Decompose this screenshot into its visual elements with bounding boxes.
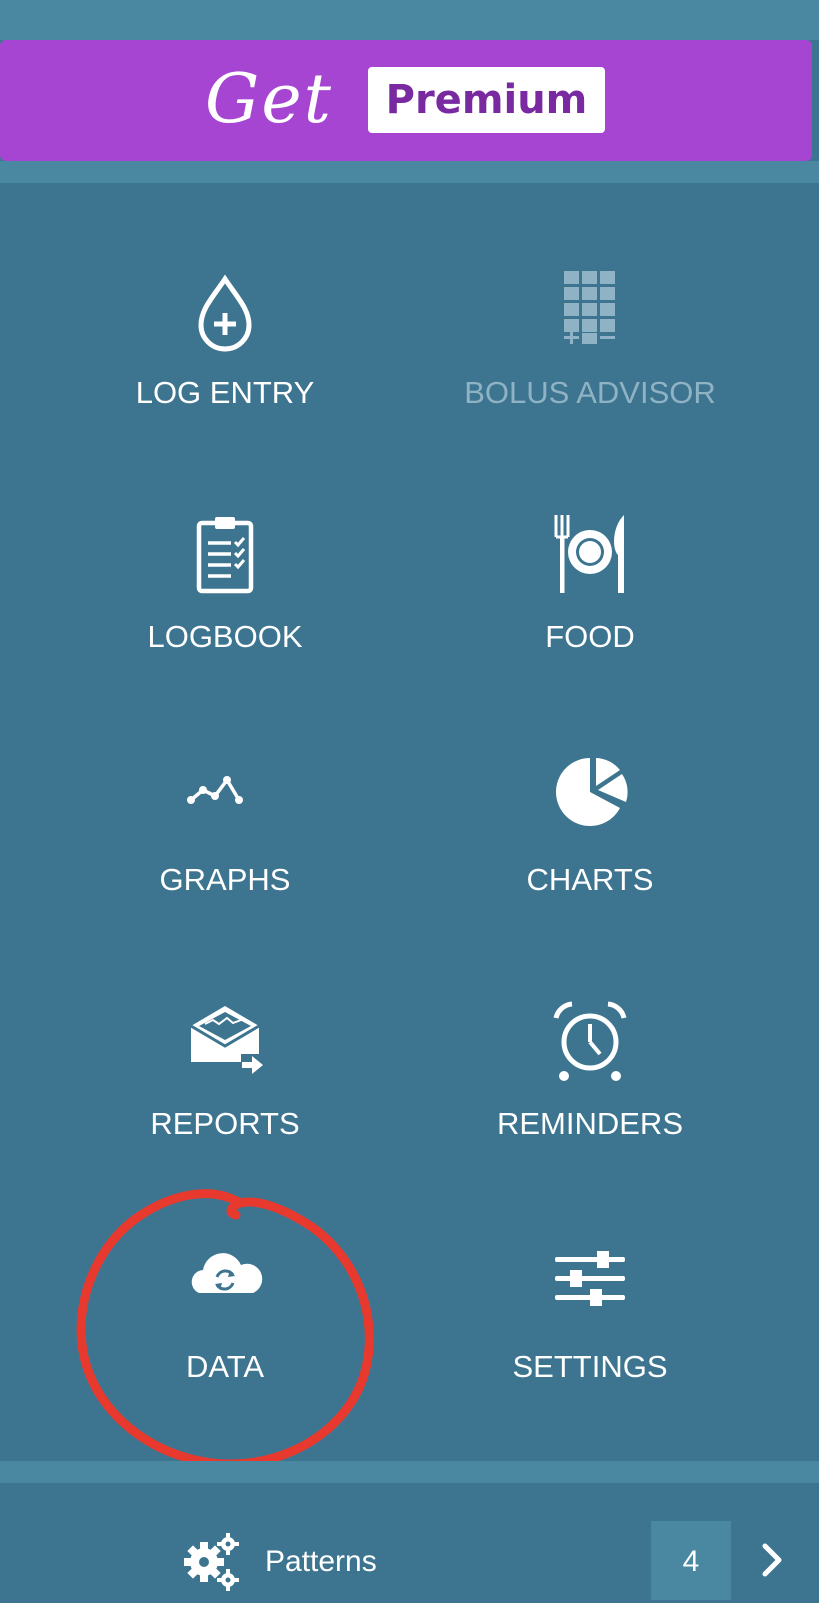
keypad-icon [540,265,640,365]
sliders-icon [540,1239,640,1339]
menu-label-charts: CHARTS [526,862,654,897]
menu-item-logbook[interactable]: LOGBOOK [40,499,410,709]
banner-get-text: Get [205,60,333,139]
patterns-button[interactable]: Patterns [180,1530,440,1594]
patterns-label: Patterns [265,1545,377,1578]
menu-label-log-entry: LOG ENTRY [135,375,315,410]
menu-label-settings: SETTINGS [512,1349,668,1384]
patterns-count-badge: 4 [651,1521,731,1600]
status-strip [0,0,819,40]
envelope-export-icon [175,996,275,1096]
plate-cutlery-icon [540,509,640,609]
pie-chart-icon [540,752,640,852]
menu-item-data[interactable]: DATA [40,1229,410,1439]
menu-item-charts[interactable]: CHARTS [405,742,775,952]
premium-button[interactable]: Premium [368,67,605,133]
menu-label-graphs: GRAPHS [159,862,291,897]
menu-label-bolus-advisor: BOLUS ADVISOR [464,375,716,410]
menu-item-reminders[interactable]: REMINDERS [405,986,775,1196]
chevron-right-icon[interactable] [755,1530,795,1590]
line-graph-icon [175,752,275,852]
divider-band [0,161,819,183]
menu-item-log-entry[interactable]: LOG ENTRY [40,255,410,465]
cloud-sync-icon [175,1239,275,1339]
menu-label-data: DATA [185,1349,265,1384]
clipboard-icon [175,509,275,609]
gears-icon [180,1530,244,1594]
menu-label-reminders: REMINDERS [496,1106,683,1141]
alarm-clock-icon [540,996,640,1096]
menu-label-logbook: LOGBOOK [147,619,303,654]
edge-fragment [812,112,819,136]
menu-label-food: FOOD [545,619,635,654]
divider-band-bottom [0,1461,819,1483]
menu-item-graphs[interactable]: GRAPHS [40,742,410,952]
menu-item-reports[interactable]: REPORTS [40,986,410,1196]
menu-label-reports: REPORTS [150,1106,300,1141]
menu-item-settings[interactable]: SETTINGS [405,1229,775,1439]
menu-item-bolus-advisor[interactable]: BOLUS ADVISOR [405,255,775,465]
drop-plus-icon [175,265,275,365]
menu-item-food[interactable]: FOOD [405,499,775,709]
